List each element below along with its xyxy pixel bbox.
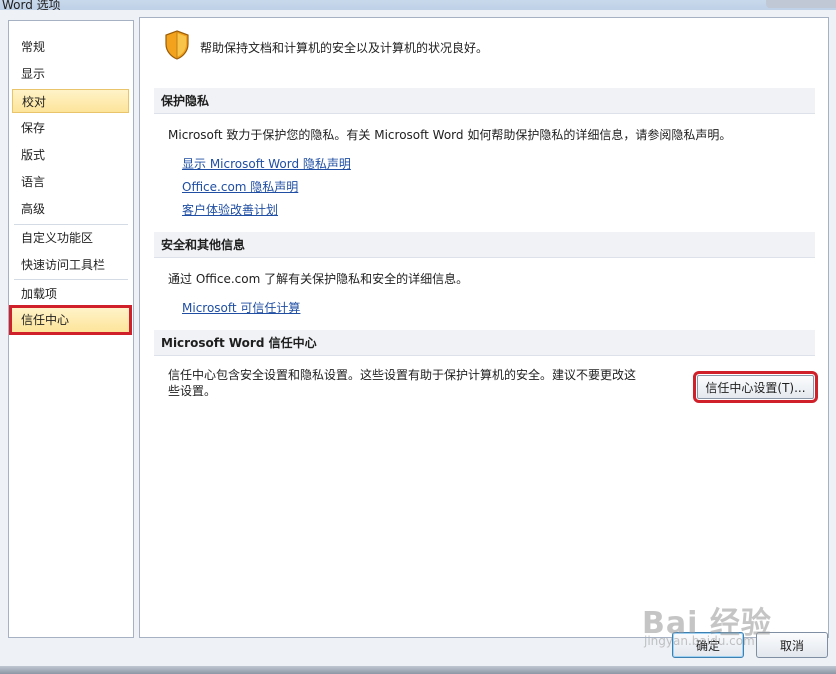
nav-item-customize-ribbon[interactable]: 自定义功能区 xyxy=(12,226,129,250)
privacy-text: Microsoft 致力于保护您的隐私。有关 Microsoft Word 如何… xyxy=(168,128,732,142)
baidu-watermark: Bai 经验 jingyan.baidu.com xyxy=(642,598,802,656)
ceip-link[interactable]: 客户体验改善计划 xyxy=(182,201,278,218)
watermark-url: jingyan.baidu.com xyxy=(644,634,755,648)
nav-item-add-ins[interactable]: 加载项 xyxy=(12,282,129,306)
options-nav: 常规 显示 校对 保存 版式 语言 高级 自定义功能区 快速访问工具栏 加载项 … xyxy=(8,20,134,638)
shield-icon xyxy=(165,30,189,60)
trust-center-text: 信任中心包含安全设置和隐私设置。这些设置有助于保护计算机的安全。建议不要更改这些… xyxy=(168,368,637,398)
security-heading: 安全和其他信息 xyxy=(154,232,815,258)
nav-item-proofing[interactable]: 校对 xyxy=(12,89,129,113)
nav-item-save[interactable]: 保存 xyxy=(12,116,129,140)
nav-item-layout[interactable]: 版式 xyxy=(12,143,129,167)
nav-item-advanced[interactable]: 高级 xyxy=(12,197,129,221)
nav-item-quick-access-toolbar[interactable]: 快速访问工具栏 xyxy=(12,253,129,277)
office-privacy-link[interactable]: Office.com 隐私声明 xyxy=(182,178,298,195)
nav-item-general[interactable]: 常规 xyxy=(12,35,129,59)
word-privacy-link[interactable]: 显示 Microsoft Word 隐私声明 xyxy=(182,155,351,172)
options-dialog: 常规 显示 校对 保存 版式 语言 高级 自定义功能区 快速访问工具栏 加载项 … xyxy=(0,10,836,666)
nav-item-language[interactable]: 语言 xyxy=(12,170,129,194)
intro-text: 帮助保持文档和计算机的安全以及计算机的状况良好。 xyxy=(200,41,489,55)
trust-center-settings-button[interactable]: 信任中心设置(T)... xyxy=(693,371,818,403)
nav-divider xyxy=(14,224,128,225)
nav-divider xyxy=(14,279,128,280)
trustworthy-computing-link[interactable]: Microsoft 可信任计算 xyxy=(182,299,300,316)
taskbar-strip xyxy=(0,666,836,674)
security-text: 通过 Office.com 了解有关保护隐私和安全的详细信息。 xyxy=(168,272,469,286)
trust-center-panel: 帮助保持文档和计算机的安全以及计算机的状况良好。 保护隐私 Microsoft … xyxy=(139,17,829,638)
privacy-heading: 保护隐私 xyxy=(154,88,815,114)
trust-center-heading: Microsoft Word 信任中心 xyxy=(154,330,815,356)
window-controls[interactable] xyxy=(766,0,836,8)
nav-item-trust-center[interactable]: 信任中心 xyxy=(9,305,132,335)
nav-item-display[interactable]: 显示 xyxy=(12,62,129,86)
